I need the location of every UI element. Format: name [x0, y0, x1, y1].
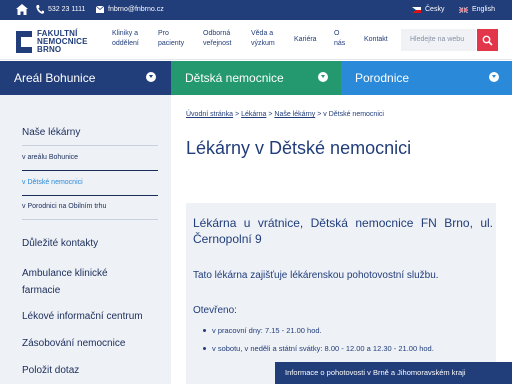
- breadcrumb-separator: >: [268, 111, 273, 118]
- sidebar-item-zasobovani[interactable]: Zásobování nemocnice: [22, 338, 125, 349]
- pharmacy-name: Lékárna u vrátnice, Dětská nemocnice FN …: [193, 216, 493, 246]
- lang-english[interactable]: English: [459, 6, 495, 13]
- nav-veda-a-vyzkum[interactable]: Věda a výzkum: [251, 29, 275, 49]
- divider: [22, 219, 158, 220]
- opening-hours-item: v sobotu, v neděli a státní svátky: 8.00…: [203, 344, 434, 353]
- logo-text: FAKULTNÍ NEMOCNICE BRNO: [37, 28, 88, 54]
- hospital-logo[interactable]: FAKULTNÍ NEMOCNICE BRNO: [16, 28, 106, 55]
- nav-kliniky[interactable]: Kliniky a oddělení: [112, 29, 139, 49]
- main-header: FAKULTNÍ NEMOCNICE BRNO Kliniky a oddělen…: [0, 20, 512, 60]
- chevron-down-icon: [318, 72, 328, 82]
- sidebar-item-dulezite-kontakty[interactable]: Důležité kontakty: [22, 238, 98, 249]
- sidebar: Naše lékárny v areálu Bohunice v Dětské …: [0, 95, 171, 384]
- sidebar-subitem-bohunice[interactable]: v areálu Bohunice: [22, 154, 78, 161]
- opening-hours-item: v pracovní dny: 7.15 - 21.00 hod.: [203, 326, 322, 335]
- breadcrumb-item[interactable]: Úvodní stránka: [186, 111, 233, 118]
- divider: [22, 145, 158, 146]
- pharmacy-description: Tato lékárna zajišťuje lékárenskou pohot…: [193, 270, 439, 281]
- nav-pro-pacienty[interactable]: Pro pacienty: [158, 29, 184, 49]
- email-link[interactable]: fnbrno@fnbrno.cz: [108, 6, 164, 13]
- breadcrumb-separator: >: [317, 111, 322, 118]
- emergency-info-banner[interactable]: Informace o pohotovosti v Brně a Jihomor…: [275, 362, 512, 384]
- divider: [22, 195, 158, 196]
- sidebar-item-lekove-centrum[interactable]: Lékové informační centrum: [22, 311, 143, 322]
- lang-czech-label: Česky: [425, 6, 445, 13]
- search-icon: [482, 35, 493, 46]
- tab-detska-nemocnice[interactable]: Dětská nemocnice: [171, 61, 341, 95]
- nav-o-nas[interactable]: Onás: [334, 29, 345, 49]
- sidebar-subitem-detska-nemocnice-active[interactable]: v Dětské nemocnici: [22, 179, 83, 186]
- chevron-down-icon: [146, 72, 156, 82]
- pharmacy-card: Lékárna u vrátnice, Dětská nemocnice FN …: [186, 203, 496, 384]
- home-icon[interactable]: [16, 4, 28, 15]
- sidebar-item-polozit-dotaz[interactable]: Položit dotaz: [22, 365, 79, 376]
- tab-areal-bohunice[interactable]: Areál Bohunice: [0, 61, 171, 95]
- breadcrumb-current: v Dětské nemocnici: [323, 111, 384, 118]
- uk-flag-icon: [459, 6, 468, 13]
- logo-mark-icon: [16, 30, 32, 53]
- divider: [22, 170, 158, 171]
- phone-icon: [36, 5, 44, 14]
- search-button[interactable]: [477, 29, 498, 51]
- lang-czech[interactable]: Česky: [412, 6, 444, 13]
- chevron-down-icon: [489, 72, 499, 82]
- page-title: Lékárny v Dětské nemocnici: [186, 138, 412, 158]
- nav-odborna-verejnost[interactable]: Odborná veřejnost: [203, 29, 231, 49]
- sidebar-heading-nase-lekarny[interactable]: Naše lékárny: [22, 127, 80, 138]
- lang-english-label: English: [472, 6, 495, 13]
- tab-porodnice[interactable]: Porodnice: [341, 61, 512, 95]
- breadcrumb-item[interactable]: Lékárna: [241, 111, 266, 118]
- nav-kontakt[interactable]: Kontakt: [364, 35, 388, 45]
- phone-link[interactable]: 532 23 1111: [48, 6, 85, 13]
- sidebar-subitem-porodnice[interactable]: v Porodnici na Obilním trhu: [22, 203, 106, 210]
- mail-icon: [96, 6, 104, 13]
- czech-flag-icon: [412, 6, 421, 13]
- opening-hours-heading: Otevřeno:: [193, 305, 237, 316]
- breadcrumb: Úvodní stránka > Lékárna > Naše lékárny …: [186, 111, 384, 118]
- sidebar-item-ambulance[interactable]: Ambulance klinické farmacie: [22, 265, 108, 299]
- breadcrumb-item[interactable]: Naše lékárny: [274, 111, 315, 118]
- nav-kariera[interactable]: Kariéra: [294, 35, 317, 45]
- top-utility-bar: 532 23 1111 fnbrno@fnbrno.cz Česky Engli…: [0, 0, 512, 20]
- breadcrumb-separator: >: [235, 111, 240, 118]
- search-input[interactable]: Hledejte na webu: [401, 29, 476, 51]
